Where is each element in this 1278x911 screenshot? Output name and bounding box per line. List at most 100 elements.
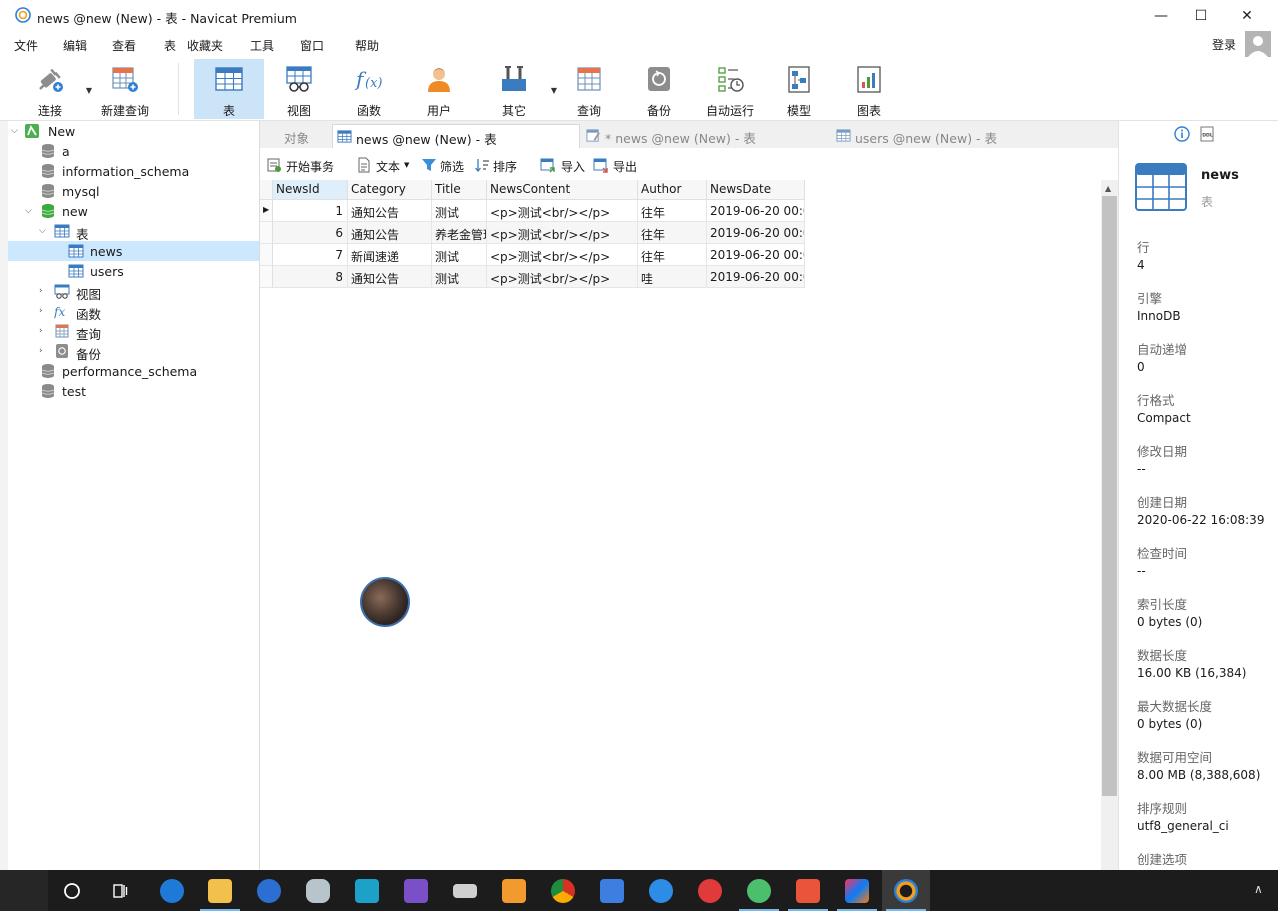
column-header-title[interactable]: Title [432,180,487,200]
taskbar-edge[interactable] [148,870,196,911]
cell-newsdate[interactable]: 2019-06-20 00:0 [707,222,805,244]
cell-newsid[interactable]: 7 [273,244,348,266]
maximize-button[interactable]: ☐ [1178,0,1224,31]
row-marker[interactable]: ▶ [260,200,273,222]
taskbar-navicat[interactable] [882,870,930,911]
tree-folder-backups[interactable]: › 备份 [8,341,259,362]
column-header-author[interactable]: Author [638,180,707,200]
cell-newsid[interactable]: 1 [273,200,348,222]
user-avatar[interactable] [1245,31,1271,57]
menu-edit[interactable]: 编辑 [63,37,87,54]
column-header-newsdate[interactable]: NewsDate [707,180,805,200]
filter-button[interactable]: 筛选 [421,157,469,175]
column-header-category[interactable]: Category [348,180,432,200]
tab-news-design[interactable]: * news @new (New) - 表 [582,124,830,148]
grid-vertical-scrollbar[interactable]: ▲ [1101,180,1118,870]
cell-title[interactable]: 测试 [432,244,487,266]
cell-category[interactable]: 新闻速递 [348,244,432,266]
sort-button[interactable]: 排序 [474,157,522,175]
tree-db-a[interactable]: a [8,141,259,161]
menu-favorites[interactable]: 收藏夹 [187,37,223,54]
cell-title[interactable]: 测试 [432,200,487,222]
menu-table[interactable]: 表 [164,37,176,54]
cell-newscontent[interactable]: <p>测试<br/></p> [487,266,638,288]
chevron-down-icon[interactable]: ⌵ [11,126,21,136]
text-view-button[interactable]: 文本 ▼ [356,157,414,175]
table-button[interactable]: 表 [194,59,264,119]
chevron-down-icon[interactable]: ▼ [404,161,409,169]
taskbar-app-4[interactable] [441,870,489,911]
new-query-button[interactable]: 新建查询 [95,59,155,119]
others-button[interactable]: 其它 ▼ [485,59,557,119]
user-button[interactable]: 用户 [410,59,468,119]
tree-db-information-schema[interactable]: information_schema [8,161,259,181]
backup-button[interactable]: 备份 [630,59,688,119]
taskbar-app-2[interactable] [294,870,342,911]
chevron-down-icon[interactable]: ⌵ [25,206,35,216]
taskbar-app-7[interactable] [637,870,685,911]
taskbar-intellij[interactable] [833,870,881,911]
connect-button[interactable]: 连接 ▼ [22,59,92,119]
cell-newsid[interactable]: 8 [273,266,348,288]
scroll-up-icon[interactable]: ▲ [1105,184,1111,193]
info-icon[interactable] [1174,126,1190,142]
floating-avatar-widget[interactable] [360,577,410,627]
taskbar-netease-music[interactable] [686,870,734,911]
tab-news-table[interactable]: news @new (New) - 表 [332,124,580,148]
taskbar-app-5[interactable] [490,870,538,911]
menu-file[interactable]: 文件 [14,37,38,54]
cell-newsid[interactable]: 6 [273,222,348,244]
model-button[interactable]: 模型 [770,59,828,119]
cell-author[interactable]: 往年 [638,244,707,266]
function-button[interactable]: f (x) 函数 [340,59,398,119]
taskbar-file-explorer[interactable] [196,870,244,911]
tree-db-mysql[interactable]: mysql [8,181,259,201]
taskbar-chrome[interactable] [539,870,587,911]
start-button[interactable] [0,870,48,911]
taskbar-app-8[interactable] [735,870,783,911]
taskbar-app-1[interactable] [245,870,293,911]
chart-button[interactable]: 图表 [840,59,898,119]
row-marker[interactable] [260,266,273,288]
close-button[interactable]: ✕ [1224,0,1270,31]
chevron-right-icon[interactable]: › [39,326,49,336]
menu-tools[interactable]: 工具 [250,37,274,54]
tree-connection-new[interactable]: ⌵ New [8,121,259,141]
tree-folder-queries[interactable]: › 查询 [8,321,259,342]
cell-newsdate[interactable]: 2019-06-20 00:0 [707,244,805,266]
taskbar-visual-studio[interactable] [392,870,440,911]
cell-title[interactable]: 测试 [432,266,487,288]
tree-db-test[interactable]: test [8,381,259,401]
menu-view[interactable]: 查看 [112,37,136,54]
row-marker[interactable] [260,222,273,244]
cell-newsdate[interactable]: 2019-06-20 00:0 [707,200,805,222]
cell-newscontent[interactable]: <p>测试<br/></p> [487,200,638,222]
chevron-down-icon[interactable]: ⌵ [39,226,49,236]
menu-window[interactable]: 窗口 [300,37,324,54]
tree-folder-functions[interactable]: › fx 函数 [8,301,259,322]
column-header-newscontent[interactable]: NewsContent [487,180,638,200]
taskbar-app-3[interactable] [343,870,391,911]
cell-author[interactable]: 哇 [638,266,707,288]
cortana-button[interactable] [48,870,96,911]
column-header-newsid[interactable]: NewsId [273,180,348,200]
chevron-right-icon[interactable]: › [39,346,49,356]
tree-table-users[interactable]: users [8,261,259,281]
others-dropdown-icon[interactable]: ▼ [551,86,557,95]
begin-transaction-button[interactable]: 开始事务 [266,157,338,175]
cell-category[interactable]: 通知公告 [348,266,432,288]
tree-table-news[interactable]: news [8,241,259,261]
tab-objects[interactable]: 对象 [260,124,332,148]
cell-newscontent[interactable]: <p>测试<br/></p> [487,244,638,266]
view-button[interactable]: 视图 [270,59,328,119]
tree-db-new[interactable]: ⌵ new [8,201,259,221]
cell-author[interactable]: 往年 [638,222,707,244]
menu-help[interactable]: 帮助 [355,37,379,54]
cell-category[interactable]: 通知公告 [348,200,432,222]
export-button[interactable]: 导出 [593,157,641,175]
cell-category[interactable]: 通知公告 [348,222,432,244]
cell-newscontent[interactable]: <p>测试<br/></p> [487,222,638,244]
query-button[interactable]: 查询 [560,59,618,119]
tray-chevron-icon[interactable]: ∧ [1254,882,1263,896]
scrollbar-thumb[interactable] [1102,196,1117,796]
